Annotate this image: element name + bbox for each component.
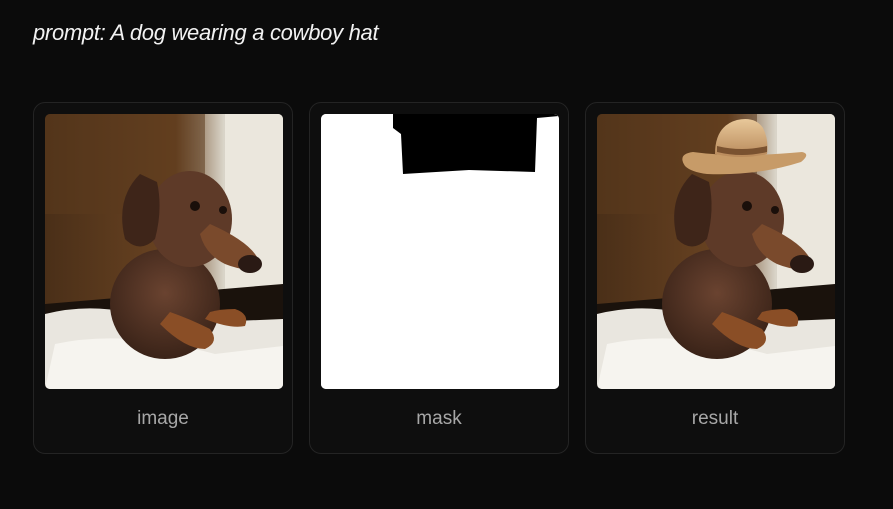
- mask-card: mask: [309, 102, 569, 454]
- result-label: result: [691, 408, 739, 429]
- result-card: result: [585, 102, 845, 454]
- source-photo[interactable]: [45, 114, 283, 389]
- image-label: image: [137, 408, 189, 429]
- mask-image[interactable]: [321, 114, 559, 389]
- result-photo[interactable]: [597, 114, 835, 389]
- mask-label: mask: [416, 408, 462, 429]
- image-card: image: [33, 102, 293, 454]
- prompt-text: prompt: A dog wearing a cowboy hat: [33, 20, 379, 45]
